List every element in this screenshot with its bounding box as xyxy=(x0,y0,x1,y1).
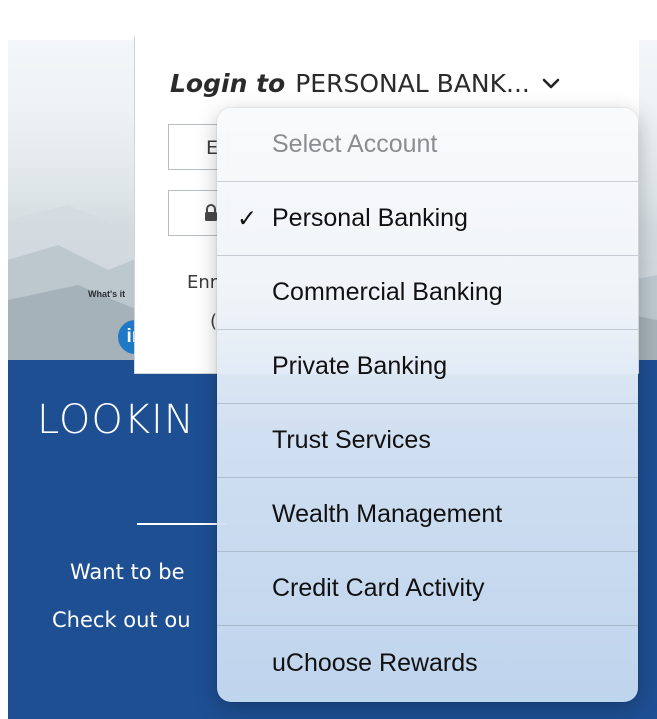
option-label: Wealth Management xyxy=(272,500,503,528)
option-wealth-management[interactable]: Wealth Management xyxy=(217,478,638,552)
enroll-link[interactable]: Enr xyxy=(187,272,217,293)
banner-divider xyxy=(137,523,227,525)
option-trust-services[interactable]: Trust Services xyxy=(217,404,638,478)
account-dropdown: Select Account ✓ Personal Banking Commer… xyxy=(217,108,638,702)
option-uchoose-rewards[interactable]: uChoose Rewards xyxy=(217,626,638,700)
chevron-down-icon xyxy=(542,78,560,88)
option-label: Private Banking xyxy=(272,352,448,380)
dropdown-header: Select Account xyxy=(217,108,638,182)
hero-caption: What's it xyxy=(88,289,126,299)
login-account-selector[interactable]: Login to PERSONAL BANK... xyxy=(170,69,560,98)
lock-icon xyxy=(205,204,217,221)
option-credit-card-activity[interactable]: Credit Card Activity xyxy=(217,552,638,626)
option-label: uChoose Rewards xyxy=(272,648,478,677)
selected-account-label: PERSONAL BANK... xyxy=(295,69,530,98)
banner-text-line-1: Want to be xyxy=(70,560,185,584)
option-commercial-banking[interactable]: Commercial Banking xyxy=(217,256,638,330)
hero-top-white xyxy=(8,0,657,40)
login-prefix: Login to xyxy=(170,69,286,98)
option-label: Credit Card Activity xyxy=(272,574,485,602)
option-label: Trust Services xyxy=(272,426,431,454)
checkmark-icon: ✓ xyxy=(237,205,258,232)
option-label: Personal Banking xyxy=(272,204,468,232)
option-label: Commercial Banking xyxy=(272,278,503,306)
option-personal-banking[interactable]: ✓ Personal Banking xyxy=(217,182,638,256)
banner-text-line-2: Check out ou xyxy=(52,608,191,632)
option-private-banking[interactable]: Private Banking xyxy=(217,330,638,404)
banner-title: LOOKIN xyxy=(37,397,195,443)
